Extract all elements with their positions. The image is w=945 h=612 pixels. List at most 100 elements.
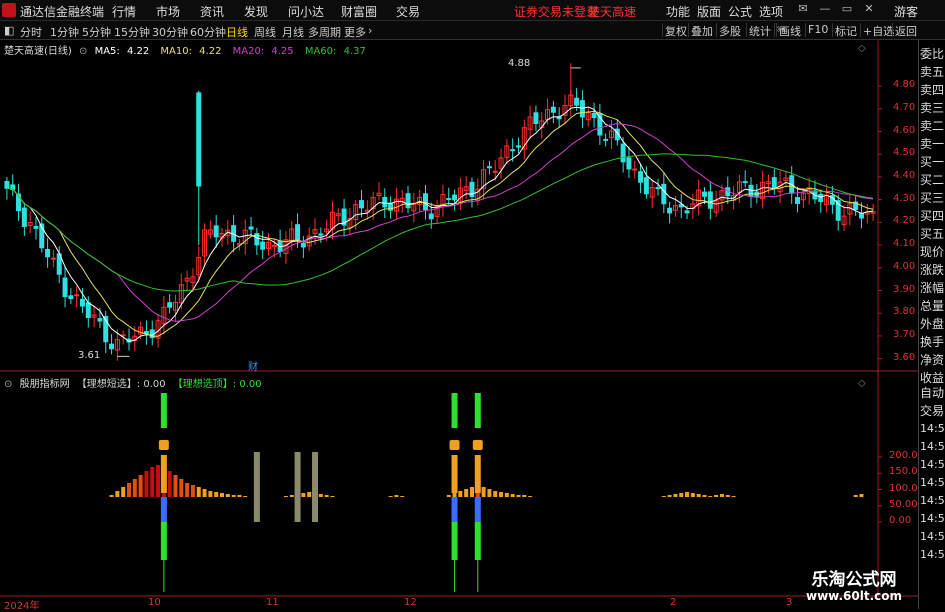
candle-body (742, 181, 748, 184)
side-tab-quote[interactable]: 外盘 (920, 316, 945, 332)
side-tab-quote[interactable]: 换手 (920, 334, 945, 350)
signal-bar-bottom (451, 522, 458, 560)
grey-signal-bar (294, 452, 301, 522)
side-tab-quote[interactable]: 现价 (920, 244, 945, 260)
dropdown-icon[interactable]: ⊙ (79, 46, 87, 57)
candle-body (74, 294, 80, 297)
histogram-bar (283, 496, 288, 497)
histogram-bar (504, 493, 509, 497)
candle-body (428, 213, 434, 220)
side-tab-quote[interactable]: 委比 (920, 46, 945, 62)
trade-time: 14:56 (920, 548, 945, 561)
candle-body (4, 180, 10, 189)
candle-body (707, 191, 713, 209)
price-tick-label: 4.70 (893, 101, 916, 113)
side-tab-quote[interactable]: 买一 (920, 154, 945, 170)
candle-body (452, 194, 458, 201)
financial-report-marker[interactable]: 财 (248, 358, 258, 373)
ma5-label: MA5: 4.22 (94, 46, 150, 57)
histogram-bar (109, 495, 114, 497)
candle-body (167, 302, 173, 308)
ma60-line (6, 153, 874, 292)
side-tab-quote[interactable]: 买三 (920, 190, 945, 206)
side-tab-quote[interactable]: 涨跌 (920, 262, 945, 278)
signal-bar-bottom (474, 522, 481, 560)
candle-body (626, 157, 632, 170)
candle-body (62, 277, 68, 298)
histogram-bar (179, 479, 184, 497)
trade-time: 14:56 (920, 440, 945, 453)
trade-time: 14:56 (920, 476, 945, 489)
side-tab-quote[interactable]: 卖五 (920, 64, 945, 80)
histogram-bar (121, 487, 126, 497)
candle-body (21, 207, 27, 227)
candle-body (213, 225, 219, 238)
histogram-bar (324, 495, 329, 497)
histogram-bar (667, 495, 672, 497)
side-tab-quote[interactable]: 卖三 (920, 100, 945, 116)
histogram-bar (202, 489, 207, 497)
side-tab-trade[interactable]: 自动 (920, 385, 945, 401)
expand-diamond-icon[interactable]: ◇ (858, 43, 866, 54)
indicator-short-select: 【理想短选】: 0.00 (76, 379, 166, 390)
chart-canvas[interactable] (0, 0, 918, 609)
side-tab-quote[interactable]: 涨幅 (920, 280, 945, 296)
side-tab-quote[interactable]: 卖二 (920, 118, 945, 134)
watermark-title: 乐淘公式网 (811, 570, 897, 590)
histogram-bar (150, 467, 155, 497)
candle-body (33, 225, 39, 229)
histogram-bar (714, 495, 719, 497)
indicator-title: 殷朋指标网 (19, 379, 70, 390)
signal-marker (158, 440, 169, 450)
indicator-tick-label: 0.00 (889, 515, 912, 526)
indicator-tick-label: 50.00 (889, 498, 918, 510)
side-tab-quote[interactable]: 收益 (920, 370, 945, 386)
trade-time: 14:56 (920, 530, 945, 543)
histogram-bar (464, 489, 469, 497)
indicator-dropdown-icon[interactable]: ⊙ (4, 379, 12, 390)
histogram-bar (289, 495, 294, 497)
candle-body (271, 244, 277, 247)
low-price-label: 3.61 (78, 350, 101, 361)
side-tab-quote[interactable]: 买二 (920, 172, 945, 188)
candle-body (638, 171, 644, 183)
histogram-bar (173, 475, 178, 497)
signal-bar-mid (474, 455, 481, 493)
price-panel-title: 楚天高速(日线) (4, 46, 72, 57)
histogram-bar (190, 485, 195, 497)
candle-body (858, 213, 864, 219)
price-tick-label: 4.30 (893, 192, 916, 204)
candle-body (515, 145, 521, 148)
histogram-bar (318, 494, 323, 497)
candle-body (79, 298, 85, 307)
x-label-feb: 2 (670, 597, 677, 608)
histogram-bar (719, 494, 724, 497)
histogram-bar (196, 487, 201, 497)
side-tab-quote[interactable]: 买四 (920, 208, 945, 224)
candle-body (591, 112, 597, 119)
histogram-bar (487, 489, 492, 497)
side-tab-quote[interactable]: 净资 (920, 352, 945, 368)
histogram-bar (132, 479, 137, 497)
side-tab-quote[interactable]: 买五 (920, 226, 945, 242)
side-tab-trade[interactable]: 交易 (920, 403, 945, 419)
trade-time: 14:56 (920, 512, 945, 525)
histogram-bar (510, 494, 515, 497)
trade-time: 14:56 (920, 458, 945, 471)
candle-body (295, 224, 301, 241)
histogram-bar (469, 487, 474, 497)
histogram-bar (516, 495, 521, 497)
histogram-bar (225, 494, 230, 497)
histogram-bar (138, 475, 143, 497)
side-tab-quote[interactable]: 总量 (920, 298, 945, 314)
histogram-bar (167, 471, 172, 497)
side-tab-quote[interactable]: 卖一 (920, 136, 945, 152)
ma5-line (6, 106, 874, 342)
candle-body (667, 207, 673, 214)
candle-body (405, 193, 411, 209)
candle-body (661, 183, 667, 205)
expand-diamond-icon-2[interactable]: ◇ (858, 378, 866, 389)
candle-body (643, 177, 649, 195)
candle-body (109, 343, 115, 350)
side-tab-quote[interactable]: 卖四 (920, 82, 945, 98)
